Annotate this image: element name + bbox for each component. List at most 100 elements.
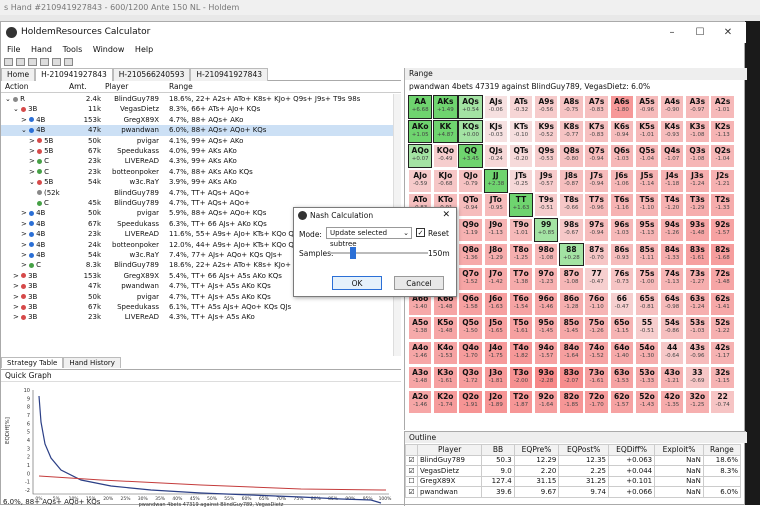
tree-row[interactable]: > 4B 153k GregX89X 4.7%, 88+ AQs+ AKo (1, 115, 393, 125)
range-cell[interactable]: Q6o -1.58 (458, 291, 483, 316)
range-cell[interactable]: Q7o -1.52 (458, 267, 483, 291)
chevron-right-icon[interactable]: > (13, 303, 21, 311)
range-cell[interactable]: J3o -1.81 (483, 365, 508, 390)
range-cell[interactable]: T8s -0.66 (559, 193, 584, 218)
range-cell[interactable]: K4s -0.93 (660, 119, 685, 144)
save-icon[interactable] (40, 58, 49, 66)
tree-row[interactable]: ⌄ 5B 54k w3c.RaY 3.9%, 99+ AKs AKo (1, 177, 393, 187)
range-cell[interactable]: 77 -0.47 (584, 267, 609, 291)
range-cell[interactable]: Q3o -1.72 (458, 365, 483, 390)
range-cell[interactable]: Q5o -1.50 (458, 316, 483, 341)
minimize-button[interactable]: – (659, 22, 685, 43)
range-cell[interactable]: 22 -0.74 (710, 390, 735, 414)
range-cell[interactable]: K2s -1.13 (710, 119, 735, 144)
range-cell[interactable]: Q4o -1.70 (458, 341, 483, 365)
range-cell[interactable]: T4s -1.20 (660, 193, 685, 218)
range-cell[interactable]: 94o -1.57 (534, 341, 559, 365)
range-cell[interactable]: KQs +0.00 (458, 119, 483, 144)
range-cell[interactable]: T6s -1.16 (609, 193, 634, 218)
range-cell[interactable]: 99 +0.85 (534, 218, 559, 242)
range-cell[interactable]: T2o -1.87 (508, 390, 534, 414)
tree-row[interactable]: > 5B 67k Speedukass 4.0%, 99+ AKs AKo (1, 146, 393, 156)
range-cell[interactable]: 52s -1.22 (710, 316, 735, 341)
range-cell[interactable]: QJs -0.24 (483, 144, 508, 168)
outline-header[interactable]: Player (416, 444, 483, 456)
dialog-close-icon[interactable]: ✕ (442, 210, 450, 220)
range-cell[interactable]: Q9o -1.19 (458, 218, 483, 242)
range-cell[interactable]: Q3s -1.08 (685, 144, 710, 168)
range-cell[interactable]: 64o -1.40 (609, 341, 634, 365)
range-cell[interactable]: 65s -0.81 (634, 291, 660, 316)
chevron-right-icon[interactable]: > (13, 313, 21, 321)
range-cell[interactable]: J5s -1.14 (634, 168, 660, 193)
chevron-right-icon[interactable]: > (21, 209, 29, 217)
range-cell[interactable]: T7o -1.38 (508, 267, 534, 291)
range-cell[interactable]: 32s -1.15 (710, 365, 735, 390)
range-cell[interactable]: 55 -0.51 (634, 316, 660, 341)
range-cell[interactable]: T5o -1.61 (508, 316, 534, 341)
range-cell[interactable]: T6o -1.54 (508, 291, 534, 316)
outline-row[interactable]: ☐ GregX89X 127.4 31.15 31.25 +0.101 NaN (405, 475, 742, 487)
range-cell[interactable]: KQo -0.49 (433, 144, 458, 168)
close-button[interactable]: ✕ (715, 22, 741, 43)
range-cell[interactable]: K3o -1.61 (433, 365, 458, 390)
range-cell[interactable]: K2o -1.74 (433, 390, 458, 414)
outline-checkbox[interactable]: ☑ (405, 486, 418, 498)
range-cell[interactable]: K3s -1.08 (685, 119, 710, 144)
chevron-right-icon[interactable]: > (29, 147, 37, 155)
range-cell[interactable]: 75o -1.26 (584, 316, 609, 341)
tree-row[interactable]: > C 23k botteonpoker 4.7%, 88+ AKs AKo KQs (1, 167, 393, 177)
range-cell[interactable]: T8o -1.25 (508, 242, 534, 267)
range-cell[interactable]: QQ +3.45 (458, 144, 483, 168)
menu-file[interactable]: File (7, 45, 20, 54)
outline-header[interactable]: Range (702, 444, 742, 456)
range-cell[interactable]: 73s -1.27 (685, 267, 710, 291)
tab-hand-2[interactable]: H-210566240593 (112, 68, 191, 81)
export-icon[interactable] (52, 58, 61, 66)
range-cell[interactable]: 62s -1.41 (710, 291, 735, 316)
range-cell[interactable]: 98s -0.67 (559, 218, 584, 242)
outline-row[interactable]: ☑ BlindGuy789 50.3 12.29 12.35 +0.063 NaN 18.6% (405, 454, 742, 466)
range-cell[interactable]: 87o -1.08 (559, 267, 584, 291)
chevron-down-icon[interactable]: ⌄ (21, 126, 29, 134)
chevron-down-icon[interactable]: ⌄ (29, 178, 37, 186)
range-cell[interactable]: J6s -1.06 (609, 168, 634, 193)
range-cell[interactable]: 73o -1.61 (584, 365, 609, 390)
chevron-right-icon[interactable]: > (29, 137, 37, 145)
tree-row[interactable]: ⌄ 4B 47k pwandwan 6.0%, 88+ AQs+ AQo+ KQs (1, 125, 393, 136)
range-cell[interactable]: JJ +2.38 (483, 168, 508, 193)
settings-icon[interactable] (64, 58, 73, 66)
range-cell[interactable]: 52o -1.43 (634, 390, 660, 414)
range-cell[interactable]: KJo -0.68 (433, 168, 458, 193)
range-cell[interactable]: ATs -0.32 (508, 95, 534, 119)
outline-checkbox[interactable]: ☑ (405, 465, 418, 477)
range-cell[interactable]: Q9s -0.53 (534, 144, 559, 168)
tree-row[interactable]: > 3B 67k Speedukass 6.1%, TT+ A5s AJs+ AQo+… (1, 302, 393, 312)
menu-tools[interactable]: Tools (63, 45, 83, 54)
range-cell[interactable]: 86s -0.93 (609, 242, 634, 267)
range-cell[interactable]: AQo +0.07 (408, 144, 433, 168)
tree-row[interactable]: (52k BlindGuy789 4.7%, TT+ AQs+ AQo+ (1, 188, 393, 198)
range-cell[interactable]: AQs +0.54 (458, 95, 483, 119)
tree-row[interactable]: > C 23k LIVEReAD 4.3%, 99+ AKs AKo (1, 156, 393, 166)
ok-button[interactable]: OK (332, 276, 382, 290)
range-cell[interactable]: AKs +1.49 (433, 95, 458, 119)
range-cell[interactable]: K4o -1.53 (433, 341, 458, 365)
menu-help[interactable]: Help (135, 45, 153, 54)
range-cell[interactable]: 32o -1.25 (685, 390, 710, 414)
range-cell[interactable]: K7s -0.83 (584, 119, 609, 144)
outline-header[interactable]: BB (481, 444, 515, 456)
chevron-down-icon[interactable]: ⌄ (13, 105, 21, 113)
range-cell[interactable]: AJs -0.06 (483, 95, 508, 119)
outline-header[interactable]: EQPost% (558, 444, 609, 456)
range-cell[interactable]: A3o -1.48 (408, 365, 433, 390)
range-cell[interactable]: 53s -1.03 (685, 316, 710, 341)
range-cell[interactable]: A4s -0.90 (660, 95, 685, 119)
range-cell[interactable]: QTo -0.94 (458, 193, 483, 218)
range-cell[interactable]: J8o -1.29 (483, 242, 508, 267)
range-cell[interactable]: 66 -0.47 (609, 291, 634, 316)
range-cell[interactable]: J5o -1.65 (483, 316, 508, 341)
range-cell[interactable]: 86o -1.28 (559, 291, 584, 316)
tab-hand-history[interactable]: Hand History (63, 357, 121, 368)
range-cell[interactable]: 95o -1.45 (534, 316, 559, 341)
